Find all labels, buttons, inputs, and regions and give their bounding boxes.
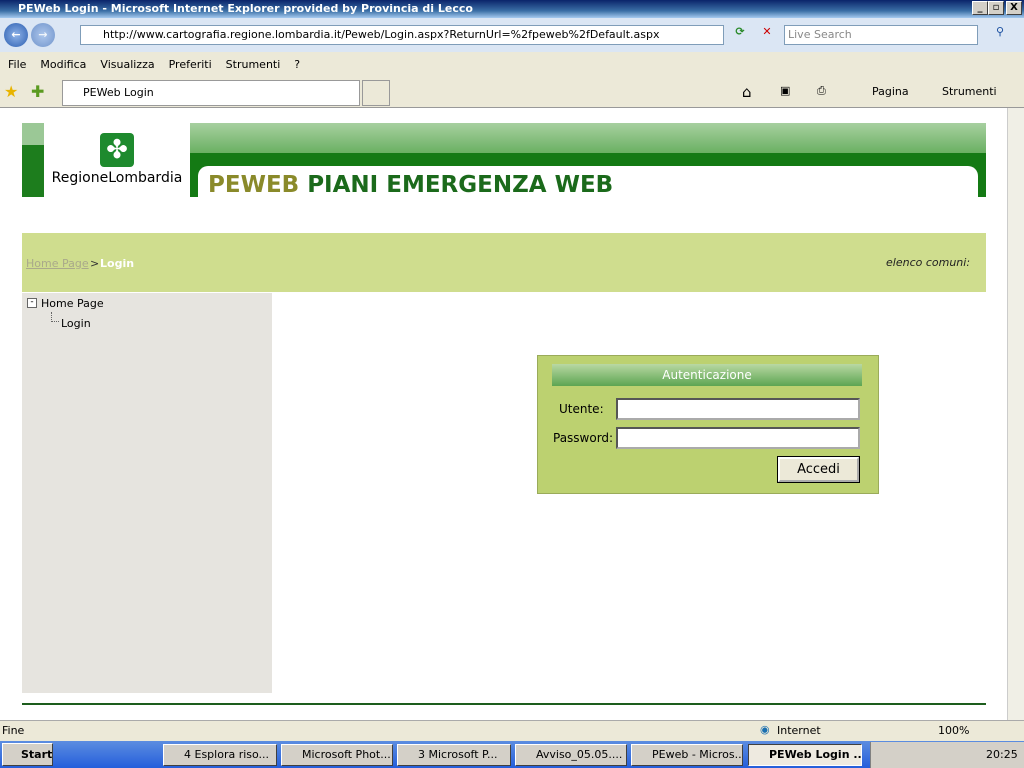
- page-menu[interactable]: Pagina: [872, 85, 909, 98]
- task-peweb-login[interactable]: PEWeb Login ...: [748, 744, 862, 766]
- menu-modifica[interactable]: Modifica: [40, 58, 86, 71]
- vertical-scrollbar[interactable]: [1007, 108, 1024, 720]
- status-bar: Fine: [0, 720, 1024, 741]
- password-label: Password:: [553, 431, 614, 445]
- clock: 20:25: [986, 748, 1018, 761]
- feeds-icon[interactable]: ▣: [780, 84, 790, 97]
- menu-bar: File Modifica Visualizza Preferiti Strumenti…: [0, 55, 1024, 75]
- breadcrumb-home[interactable]: Home Page: [26, 257, 89, 270]
- stop-icon[interactable]: ✕: [757, 25, 777, 45]
- maximize-button[interactable]: ▫: [988, 1, 1004, 15]
- menu-visualizza[interactable]: Visualizza: [100, 58, 154, 71]
- status-text: Fine: [2, 724, 25, 737]
- print-icon[interactable]: ⎙: [817, 84, 826, 98]
- logo-text: RegioneLombardia: [51, 170, 183, 186]
- regione-lombardia-logo-icon: ✤: [100, 133, 134, 167]
- add-favorite-icon[interactable]: ✚: [31, 82, 44, 101]
- login-header: Autenticazione: [552, 364, 862, 386]
- search-input[interactable]: Live Search: [784, 25, 978, 45]
- tree-connector: [51, 312, 59, 322]
- sidebar: [22, 293, 272, 693]
- task-powerpoint[interactable]: 3 Microsoft P...: [397, 744, 511, 766]
- user-input[interactable]: [616, 398, 860, 420]
- task-photo[interactable]: Microsoft Phot...: [281, 744, 393, 766]
- zone-text: Internet: [777, 724, 821, 737]
- collapse-icon[interactable]: -: [27, 298, 37, 308]
- zoom-level[interactable]: 100%: [938, 724, 969, 737]
- menu-help[interactable]: ?: [294, 58, 300, 71]
- start-button[interactable]: Start: [2, 743, 53, 766]
- new-tab-button[interactable]: [362, 80, 390, 106]
- footer-divider: [22, 703, 986, 705]
- minimize-button[interactable]: _: [972, 1, 988, 15]
- address-input[interactable]: http://www.cartografia.regione.lombardia…: [80, 25, 724, 45]
- task-word[interactable]: PEweb - Micros...: [631, 744, 743, 766]
- tools-menu[interactable]: Strumenti: [942, 85, 997, 98]
- home-icon[interactable]: ⌂: [742, 83, 752, 101]
- internet-zone-icon: ◉: [760, 723, 770, 736]
- tree-item-home[interactable]: Home Page: [41, 297, 104, 310]
- breadcrumb-current: Login: [100, 257, 135, 270]
- window-title: PEWeb Login - Microsoft Internet Explore…: [0, 0, 1024, 18]
- menu-preferiti[interactable]: Preferiti: [169, 58, 212, 71]
- tree-item-login[interactable]: Login: [61, 317, 91, 330]
- breadcrumb: [22, 233, 986, 292]
- menu-file[interactable]: File: [8, 58, 26, 71]
- title-prefix: PEWEB: [208, 172, 300, 198]
- title-rest: PIANI EMERGENZA WEB: [307, 172, 614, 198]
- search-icon[interactable]: ⚲: [984, 25, 1016, 45]
- refresh-icon[interactable]: ⟳: [730, 25, 750, 45]
- banner-left: [22, 123, 44, 197]
- tab-peweb-login[interactable]: PEWeb Login: [62, 80, 360, 106]
- user-label: Utente:: [559, 402, 604, 416]
- back-button[interactable]: ←: [4, 23, 28, 47]
- breadcrumb-sep: >: [90, 257, 100, 270]
- close-button[interactable]: X: [1006, 1, 1022, 15]
- favorites-star-icon[interactable]: ★: [4, 82, 18, 101]
- menu-strumenti[interactable]: Strumenti: [226, 58, 281, 71]
- page-title: PEWEB PIANI EMERGENZA WEB: [208, 172, 613, 198]
- banner-top: [190, 123, 986, 153]
- task-explorer[interactable]: 4 Esplora riso...: [163, 744, 277, 766]
- task-avviso[interactable]: Avviso_05.05....: [515, 744, 627, 766]
- forward-button[interactable]: →: [31, 23, 55, 47]
- accedi-button[interactable]: Accedi: [777, 456, 860, 483]
- password-input[interactable]: [616, 427, 860, 449]
- elenco-comuni-link[interactable]: elenco comuni:: [886, 256, 970, 269]
